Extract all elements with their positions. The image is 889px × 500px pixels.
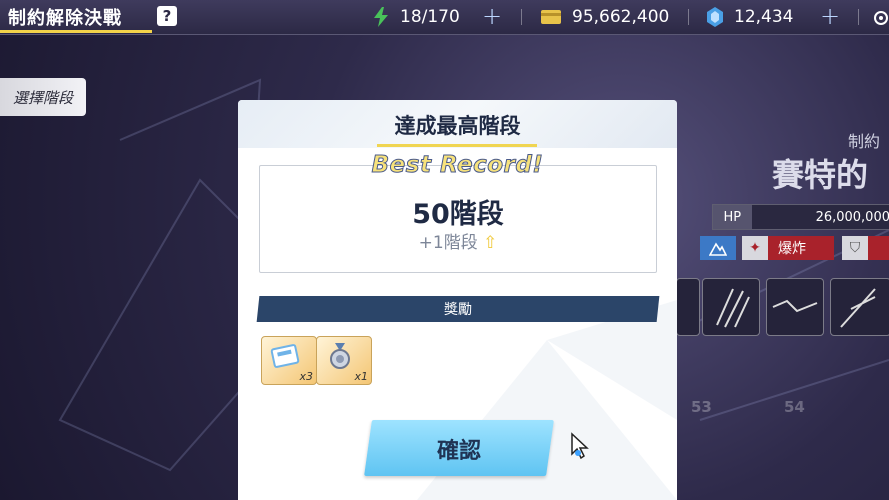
element-tag: ✦ 爆炸 xyxy=(742,236,834,260)
reward-item[interactable]: x1 xyxy=(316,336,372,385)
credit-card-icon xyxy=(541,10,561,24)
gem-value: 12,434 xyxy=(734,7,794,27)
ticket-icon xyxy=(270,344,300,368)
confirm-label[interactable]: 確認 xyxy=(368,433,550,465)
spark-icon xyxy=(840,288,876,328)
reward-count: x3 xyxy=(299,370,313,383)
boss-subtitle: 制約 xyxy=(848,132,881,151)
select-stage-tab[interactable]: 選擇階段 xyxy=(0,78,86,116)
help-button[interactable]: ? xyxy=(157,6,177,26)
page-title: 制約解除決戰 xyxy=(8,8,122,29)
divider xyxy=(688,9,689,25)
divider xyxy=(521,9,522,25)
currency-value: 95,662,400 xyxy=(572,7,670,27)
title-underline xyxy=(377,144,537,147)
stamina-counter: 18/170 xyxy=(372,5,460,29)
hp-value: 26,000,000 xyxy=(815,209,889,225)
stage-delta-text: +1階段 xyxy=(418,233,478,253)
gem-counter: 12,434 xyxy=(706,5,793,29)
mouse-cursor-icon xyxy=(571,432,589,460)
shield-icon: ⛉ xyxy=(842,236,868,260)
stage-delta: +1階段 ⇧ xyxy=(260,228,656,253)
burst-icon: ✦ xyxy=(742,236,768,260)
defense-tag: ⛉ xyxy=(842,236,889,260)
stamina-value: 18/170 xyxy=(400,7,460,27)
top-bar: 制約解除決戰 ? 18/170 + 95,662,400 12,434 + xyxy=(0,0,889,35)
mountain-icon xyxy=(709,242,727,256)
settings-icon[interactable] xyxy=(873,10,889,26)
skill-slot[interactable] xyxy=(830,278,889,336)
currency-counter: 95,662,400 xyxy=(540,5,669,29)
record-dialog: 達成最高階段 50階段 +1階段 ⇧ Best Record! 獎勵 x3 x1… xyxy=(238,100,677,500)
stage-number: 53 xyxy=(691,398,712,416)
record-box: 50階段 +1階段 ⇧ xyxy=(259,165,657,273)
medal-icon xyxy=(330,343,350,369)
divider xyxy=(858,9,859,25)
reward-item[interactable]: x3 xyxy=(261,336,317,385)
reward-header: 獎勵 xyxy=(444,302,472,318)
skill-slot[interactable] xyxy=(676,278,700,336)
skill-slot[interactable] xyxy=(702,278,760,336)
title-underline xyxy=(0,30,152,33)
crystal-icon xyxy=(707,7,723,27)
dialog-title: 達成最高階段 xyxy=(394,114,521,138)
hp-label: HP xyxy=(713,205,752,229)
reward-count: x1 xyxy=(354,370,368,383)
lightning-bolt-icon xyxy=(772,299,818,313)
add-gem-button[interactable]: + xyxy=(820,4,840,28)
element-label: 爆炸 xyxy=(778,241,806,257)
best-stage: 50階段 xyxy=(412,199,504,230)
skill-slot[interactable] xyxy=(766,278,824,336)
claw-icon xyxy=(716,288,750,328)
arrow-up-icon: ⇧ xyxy=(483,233,498,253)
best-record-banner: Best Record! xyxy=(371,152,544,179)
hp-bar: HP 26,000,000 xyxy=(712,204,889,230)
lightning-icon xyxy=(374,7,388,27)
terrain-tag xyxy=(700,236,736,260)
add-stamina-button[interactable]: + xyxy=(482,4,502,28)
boss-name: 賽特的 xyxy=(772,156,869,194)
stage-number: 54 xyxy=(784,398,805,416)
